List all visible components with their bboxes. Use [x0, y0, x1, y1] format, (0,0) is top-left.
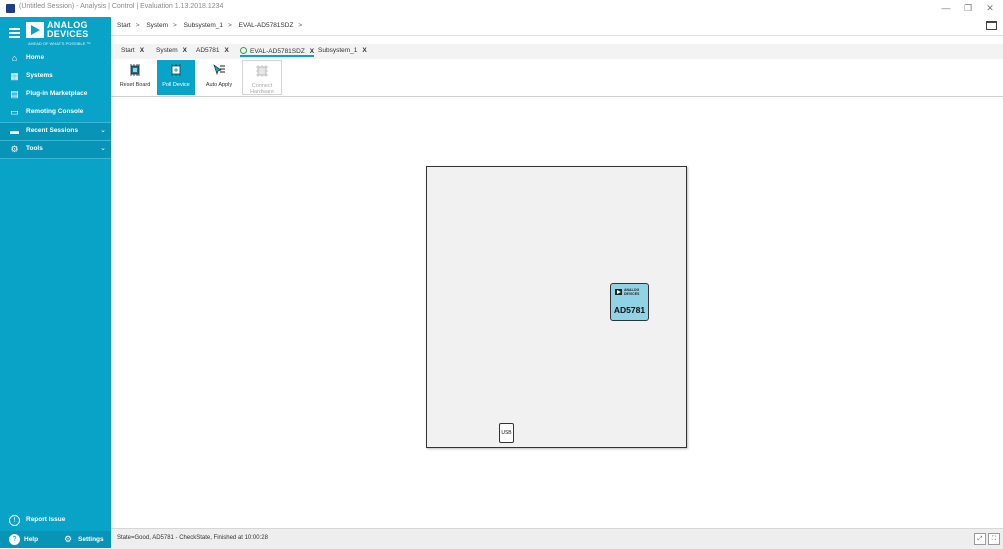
close-button[interactable]: ✕: [980, 2, 1000, 15]
open-folder-icon[interactable]: [986, 21, 997, 30]
connect-hardware-icon: [256, 65, 268, 77]
poll-device-label: Poll Device: [162, 82, 190, 88]
breadcrumb-item-subsystem[interactable]: Subsystem_1: [184, 22, 223, 29]
poll-device-button[interactable]: Poll Device: [157, 60, 195, 95]
tab-label: AD5781: [196, 47, 220, 54]
marketplace-icon: ▤: [10, 89, 19, 99]
sidebar-item-label: Plug-in Marketplace: [26, 90, 88, 97]
tab-system[interactable]: System X: [156, 47, 187, 54]
tab-label: EVAL-AD5781SDZ: [250, 48, 305, 55]
chip-reset-icon: [130, 64, 140, 76]
connect-hardware-label: Connect Hardware: [250, 83, 274, 95]
sidebar-item-label: Tools: [26, 145, 43, 152]
system-canvas: ANALOG DEVICES AD5781 USB: [111, 97, 1003, 528]
tab-close-icon[interactable]: X: [183, 47, 187, 54]
reset-board-button[interactable]: Reset Board: [117, 60, 153, 95]
breadcrumb-separator: >: [173, 22, 177, 29]
poll-device-icon: [171, 64, 181, 76]
window-title: (Untitled Session) - Analysis | Control …: [19, 3, 224, 10]
report-issue-label: Report Issue: [26, 516, 66, 523]
sidebar-item-tools[interactable]: ⚙ Tools ⌄: [0, 141, 111, 158]
window-title-bar: (Untitled Session) - Analysis | Control …: [0, 0, 1003, 18]
settings-icon[interactable]: ⚙: [64, 534, 72, 545]
tab-subsystem[interactable]: Subsystem_1 X: [318, 47, 367, 54]
logo-text-line2: DEVICES: [47, 29, 89, 39]
tab-eval-ad5781sdz[interactable]: EVAL-AD5781SDZ X: [240, 47, 315, 57]
tab-label: Subsystem_1: [318, 47, 358, 54]
tab-start[interactable]: Start X: [121, 47, 144, 54]
connect-hardware-button[interactable]: Connect Hardware: [242, 60, 282, 95]
tab-close-icon[interactable]: X: [362, 47, 366, 54]
sidebar-item-label: Systems: [26, 72, 53, 79]
breadcrumb-separator: >: [298, 22, 303, 29]
sidebar-item-systems[interactable]: ▦ Systems: [0, 68, 111, 85]
sidebar-item-remoting-console[interactable]: ▭ Remoting Console: [0, 104, 111, 121]
status-bar: State=Good, AD5781 - CheckState, Finishe…: [111, 528, 1003, 549]
breadcrumb-item-eval-board[interactable]: EVAL-AD5781SDZ: [239, 22, 294, 29]
breadcrumb-item-start[interactable]: Start: [117, 22, 131, 29]
sidebar-item-label: Home: [26, 54, 45, 61]
auto-apply-button[interactable]: Auto Apply: [200, 60, 238, 95]
settings-button[interactable]: Settings: [78, 536, 104, 543]
tab-ad5781[interactable]: AD5781 X: [196, 47, 229, 54]
status-dot-icon: [240, 47, 247, 54]
folder-icon: ▬: [10, 126, 19, 136]
evaluation-board[interactable]: ANALOG DEVICES AD5781 USB: [426, 166, 687, 448]
minimize-button[interactable]: —: [936, 2, 956, 15]
breadcrumb-separator: >: [135, 22, 140, 29]
breadcrumb-bar: Start > System > Subsystem_1 > EVAL-AD5781S…: [111, 17, 1003, 36]
sidebar-divider: [0, 158, 111, 159]
auto-apply-icon: [213, 64, 225, 75]
ad5781-chip[interactable]: ANALOG DEVICES AD5781: [610, 283, 649, 321]
help-icon[interactable]: ?: [9, 534, 20, 545]
report-issue-button[interactable]: ! Report Issue: [0, 512, 111, 529]
breadcrumb: Start > System > Subsystem_1 > EVAL-AD5781S…: [117, 22, 307, 29]
info-icon: !: [9, 515, 20, 526]
tab-close-icon[interactable]: X: [310, 48, 314, 55]
restore-button[interactable]: ❐: [958, 2, 978, 15]
reset-board-label: Reset Board: [119, 82, 151, 88]
help-button[interactable]: Help: [24, 536, 38, 543]
chevron-down-icon: ⌄: [100, 145, 106, 152]
sidebar-item-label: Recent Sessions: [26, 127, 79, 134]
auto-apply-label: Auto Apply: [205, 82, 233, 88]
tab-close-icon[interactable]: X: [140, 47, 144, 54]
sidebar-item-home[interactable]: ⌂ Home: [0, 50, 111, 67]
chevron-down-icon: ⌄: [100, 127, 106, 134]
tab-bar: Start X System X AD5781 X EVAL-AD5781SDZ X S…: [111, 44, 1003, 59]
analog-devices-logo: ANALOG DEVICES AHEAD OF WHAT'S POSSIBLE …: [26, 20, 106, 48]
systems-icon: ▦: [10, 71, 19, 81]
status-text: State=Good, AD5781 - CheckState, Finishe…: [117, 535, 268, 541]
sidebar: ANALOG DEVICES AHEAD OF WHAT'S POSSIBLE …: [0, 17, 111, 548]
breadcrumb-item-system[interactable]: System: [146, 22, 168, 29]
logo-triangle-icon: [26, 22, 44, 38]
usb-connector[interactable]: USB: [499, 423, 514, 443]
chip-brand: ANALOG DEVICES: [624, 288, 640, 296]
toolbar: Reset Board Poll Device Auto Apply Conne…: [111, 59, 1003, 97]
analog-devices-logo-icon: [615, 289, 622, 295]
app-icon: [6, 4, 15, 13]
sidebar-item-recent-sessions[interactable]: ▬ Recent Sessions ⌄: [0, 123, 111, 140]
tab-close-icon[interactable]: X: [225, 47, 229, 54]
logo-tagline: AHEAD OF WHAT'S POSSIBLE ™: [28, 41, 91, 46]
home-icon: ⌂: [11, 53, 18, 63]
sidebar-item-label: Remoting Console: [26, 108, 84, 115]
zoom-fit-icon[interactable]: ⤢: [974, 533, 986, 545]
tools-icon: ⚙: [10, 144, 19, 154]
breadcrumb-separator: >: [228, 22, 232, 29]
hamburger-menu-icon[interactable]: [9, 28, 20, 38]
chip-part-number: AD5781: [613, 305, 646, 315]
sidebar-item-plugin-marketplace[interactable]: ▤ Plug-in Marketplace: [0, 86, 111, 103]
layout-icon[interactable]: ⛶: [988, 533, 1000, 545]
tab-label: System: [156, 47, 178, 54]
sidebar-footer: ? Help ⚙ Settings: [0, 531, 111, 548]
console-icon: ▭: [10, 107, 19, 117]
tab-label: Start: [121, 47, 135, 54]
